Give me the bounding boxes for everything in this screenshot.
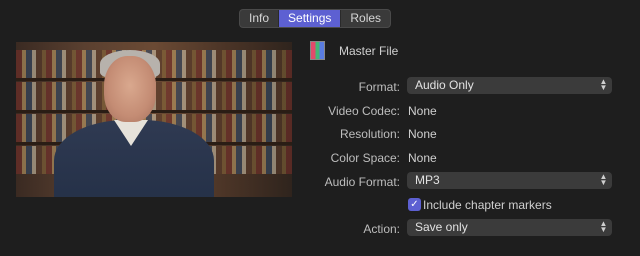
chapter-markers-checkbox[interactable]: ✓ (408, 198, 421, 211)
file-title: Master File (339, 44, 399, 58)
action-popup[interactable]: Save only ▲ ▼ (407, 219, 612, 236)
format-label: Format: (358, 80, 400, 94)
chevron-updown-icon: ▲ ▼ (599, 77, 608, 92)
format-value: Audio Only (415, 78, 474, 92)
action-value: Save only (415, 220, 468, 234)
tab-info[interactable]: Info (240, 10, 280, 27)
color-space-value: None (408, 151, 437, 165)
film-file-icon (310, 41, 325, 60)
format-popup[interactable]: Audio Only ▲ ▼ (407, 77, 612, 94)
tab-bar: Info Settings Roles (239, 9, 392, 28)
chevron-updown-icon: ▲ ▼ (599, 172, 608, 187)
resolution-label: Resolution: (339, 127, 400, 141)
action-label: Action: (363, 222, 400, 236)
audio-format-popup[interactable]: MP3 ▲ ▼ (407, 172, 612, 189)
audio-format-value: MP3 (415, 173, 440, 187)
resolution-value: None (408, 127, 437, 141)
video-thumbnail (16, 42, 292, 197)
color-space-label: Color Space: (330, 151, 400, 165)
audio-format-label: Audio Format: (324, 175, 400, 189)
chapter-markers-label[interactable]: Include chapter markers (423, 198, 552, 212)
chevron-updown-icon: ▲ ▼ (599, 219, 608, 234)
person-head (104, 56, 156, 122)
video-codec-value: None (408, 104, 437, 118)
tab-settings[interactable]: Settings (279, 10, 342, 27)
bookshelf-shelf (16, 110, 292, 113)
tab-roles[interactable]: Roles (341, 10, 390, 27)
video-codec-label: Video Codec: (328, 104, 400, 118)
